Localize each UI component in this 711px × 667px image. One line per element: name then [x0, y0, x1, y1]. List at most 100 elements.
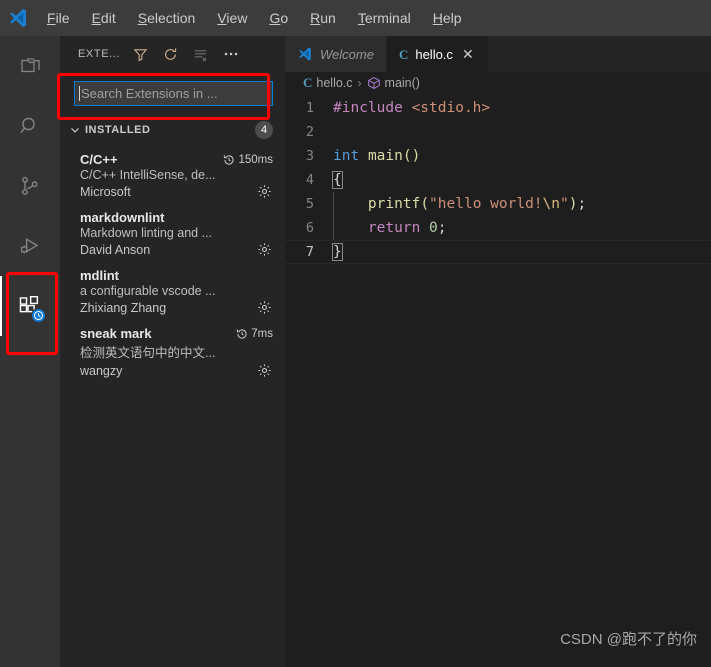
tab-hello-c[interactable]: C hello.c ✕	[386, 36, 489, 72]
extension-list-item[interactable]: mdlint a configurable vscode ... Zhixian…	[60, 263, 285, 321]
menu-go-mnemonic: G	[269, 10, 281, 26]
extension-footer-row: Microsoft	[80, 183, 273, 200]
menu-terminal-mnemonic: T	[357, 10, 365, 26]
menu-go-rest: o	[280, 10, 289, 26]
csdn-watermark: CSDN @跑不了的你	[560, 631, 697, 648]
extension-footer-row: David Anson	[80, 241, 273, 258]
menu-selection-rest: election	[147, 10, 196, 26]
extensions-list: C/C++ 150ms C/C++ IntelliSense, de... Mi…	[60, 147, 285, 384]
extensions-sidebar: EXTE... Search Extensions in ... INSTALL…	[60, 36, 285, 667]
more-actions-icon[interactable]	[221, 45, 240, 64]
extensions-clock-badge-icon	[31, 308, 46, 323]
code-line-text: #include <stdio.h>	[333, 100, 491, 116]
menu-help-mnemonic: H	[432, 10, 443, 26]
line-number: 3	[305, 148, 314, 164]
extension-list-item[interactable]: C/C++ 150ms C/C++ IntelliSense, de... Mi…	[60, 147, 285, 205]
clear-list-icon[interactable]	[191, 45, 210, 64]
menu-item-go[interactable]: Go	[258, 0, 299, 36]
menu-terminal-rest: erminal	[364, 10, 411, 26]
activity-bar-item-extensions[interactable]	[0, 276, 60, 336]
line-number: 7	[305, 244, 314, 260]
extension-publisher: wangzy	[80, 363, 123, 378]
menu-help-rest: elp	[442, 10, 462, 26]
extension-description: a configurable vscode ...	[80, 284, 216, 298]
refresh-icon[interactable]	[161, 45, 180, 64]
menu-item-run[interactable]: Run	[299, 0, 347, 36]
gear-icon[interactable]	[256, 183, 273, 200]
installed-section-header[interactable]: INSTALLED 4	[60, 119, 285, 141]
menu-item-view[interactable]: View	[206, 0, 258, 36]
extension-publisher: David Anson	[80, 242, 151, 257]
extension-name: mdlint	[80, 268, 119, 283]
extension-header-row: sneak mark 7ms	[80, 326, 273, 341]
title-bar: File Edit Selection View Go Run Terminal…	[0, 0, 711, 36]
extension-activation-time-label: 150ms	[238, 153, 273, 166]
search-input-placeholder: Search Extensions in ...	[81, 86, 218, 101]
menu-item-selection[interactable]: Selection	[127, 0, 207, 36]
activity-bar-item-explorer[interactable]	[0, 36, 60, 96]
gear-icon[interactable]	[256, 299, 273, 316]
extension-list-item[interactable]: sneak mark 7ms 检测英文语句中的中文... wangzy	[60, 321, 285, 384]
extension-activation-time: 150ms	[223, 154, 273, 166]
search-input[interactable]: Search Extensions in ...	[74, 81, 273, 106]
extension-header-row: C/C++ 150ms	[80, 152, 273, 167]
tab-welcome[interactable]: Welcome	[285, 36, 387, 72]
code-editor[interactable]: 1 #include <stdio.h> 2 3 int main() 4 { …	[285, 94, 711, 264]
menu-item-terminal[interactable]: Terminal	[347, 0, 422, 36]
extension-footer-row: wangzy	[80, 362, 273, 379]
activity-bar-item-search[interactable]	[0, 96, 60, 156]
code-line: 2	[285, 120, 711, 144]
extension-activation-time-label: 7ms	[251, 327, 273, 340]
menu-file-rest: ile	[55, 10, 70, 26]
code-line-text: {	[332, 171, 343, 189]
menu-item-file[interactable]: File	[36, 0, 81, 36]
symbol-method-icon	[367, 76, 381, 90]
code-line-text: int main()	[333, 148, 421, 164]
extension-header-row: mdlint	[80, 268, 273, 283]
gear-icon[interactable]	[256, 362, 273, 379]
code-line: 3 int main()	[285, 144, 711, 168]
close-icon[interactable]: ✕	[460, 46, 476, 63]
menu-item-edit[interactable]: Edit	[81, 0, 127, 36]
gear-icon[interactable]	[256, 241, 273, 258]
activity-bar-item-source-control[interactable]	[0, 156, 60, 216]
code-line-text: return 0;	[367, 220, 447, 236]
extension-description: 检测英文语句中的中文...	[80, 346, 216, 360]
menu-run-mnemonic: R	[310, 10, 321, 26]
editor-tab-bar: Welcome C hello.c ✕	[285, 36, 711, 72]
extension-description: C/C++ IntelliSense, de...	[80, 168, 216, 182]
extension-list-item[interactable]: markdownlint Markdown linting and ... Da…	[60, 205, 285, 263]
installed-count-badge: 4	[255, 121, 273, 139]
breadcrumb-file[interactable]: C hello.c	[303, 75, 353, 91]
extension-description: Markdown linting and ...	[80, 226, 213, 240]
history-clock-icon	[223, 154, 235, 166]
installed-section-label: INSTALLED	[85, 124, 151, 136]
breadcrumb-separator: ›	[357, 76, 362, 90]
history-clock-icon	[236, 328, 248, 340]
sidebar-title: EXTE...	[78, 48, 121, 60]
tab-label: Welcome	[320, 46, 374, 62]
vscode-logo-icon	[0, 0, 36, 36]
breadcrumb-symbol[interactable]: main()	[367, 76, 420, 90]
extension-name: C/C++	[80, 152, 118, 167]
menu-run-rest: un	[320, 10, 336, 26]
menu-selection-mnemonic: S	[137, 10, 148, 26]
code-line-text: printf("hello world!\n");	[367, 196, 587, 212]
sidebar-header: EXTE...	[60, 36, 285, 72]
menu-item-help[interactable]: Help	[422, 0, 473, 36]
tab-label: hello.c	[415, 47, 453, 62]
code-line-text: }	[332, 243, 343, 261]
extension-name: markdownlint	[80, 210, 165, 225]
menu-bar: File Edit Selection View Go Run Terminal…	[36, 0, 473, 36]
code-line: 7 }	[285, 240, 711, 264]
code-line: 1 #include <stdio.h>	[285, 96, 711, 120]
breadcrumb-file-label: hello.c	[316, 76, 353, 90]
extension-name: sneak mark	[80, 326, 152, 341]
source-control-icon	[18, 174, 42, 198]
c-file-icon: C	[398, 46, 409, 62]
chevron-down-icon	[68, 123, 82, 137]
filter-icon[interactable]	[131, 45, 150, 64]
activity-bar-item-run-and-debug[interactable]	[0, 216, 60, 276]
line-number: 2	[305, 124, 314, 140]
files-icon	[18, 54, 42, 78]
